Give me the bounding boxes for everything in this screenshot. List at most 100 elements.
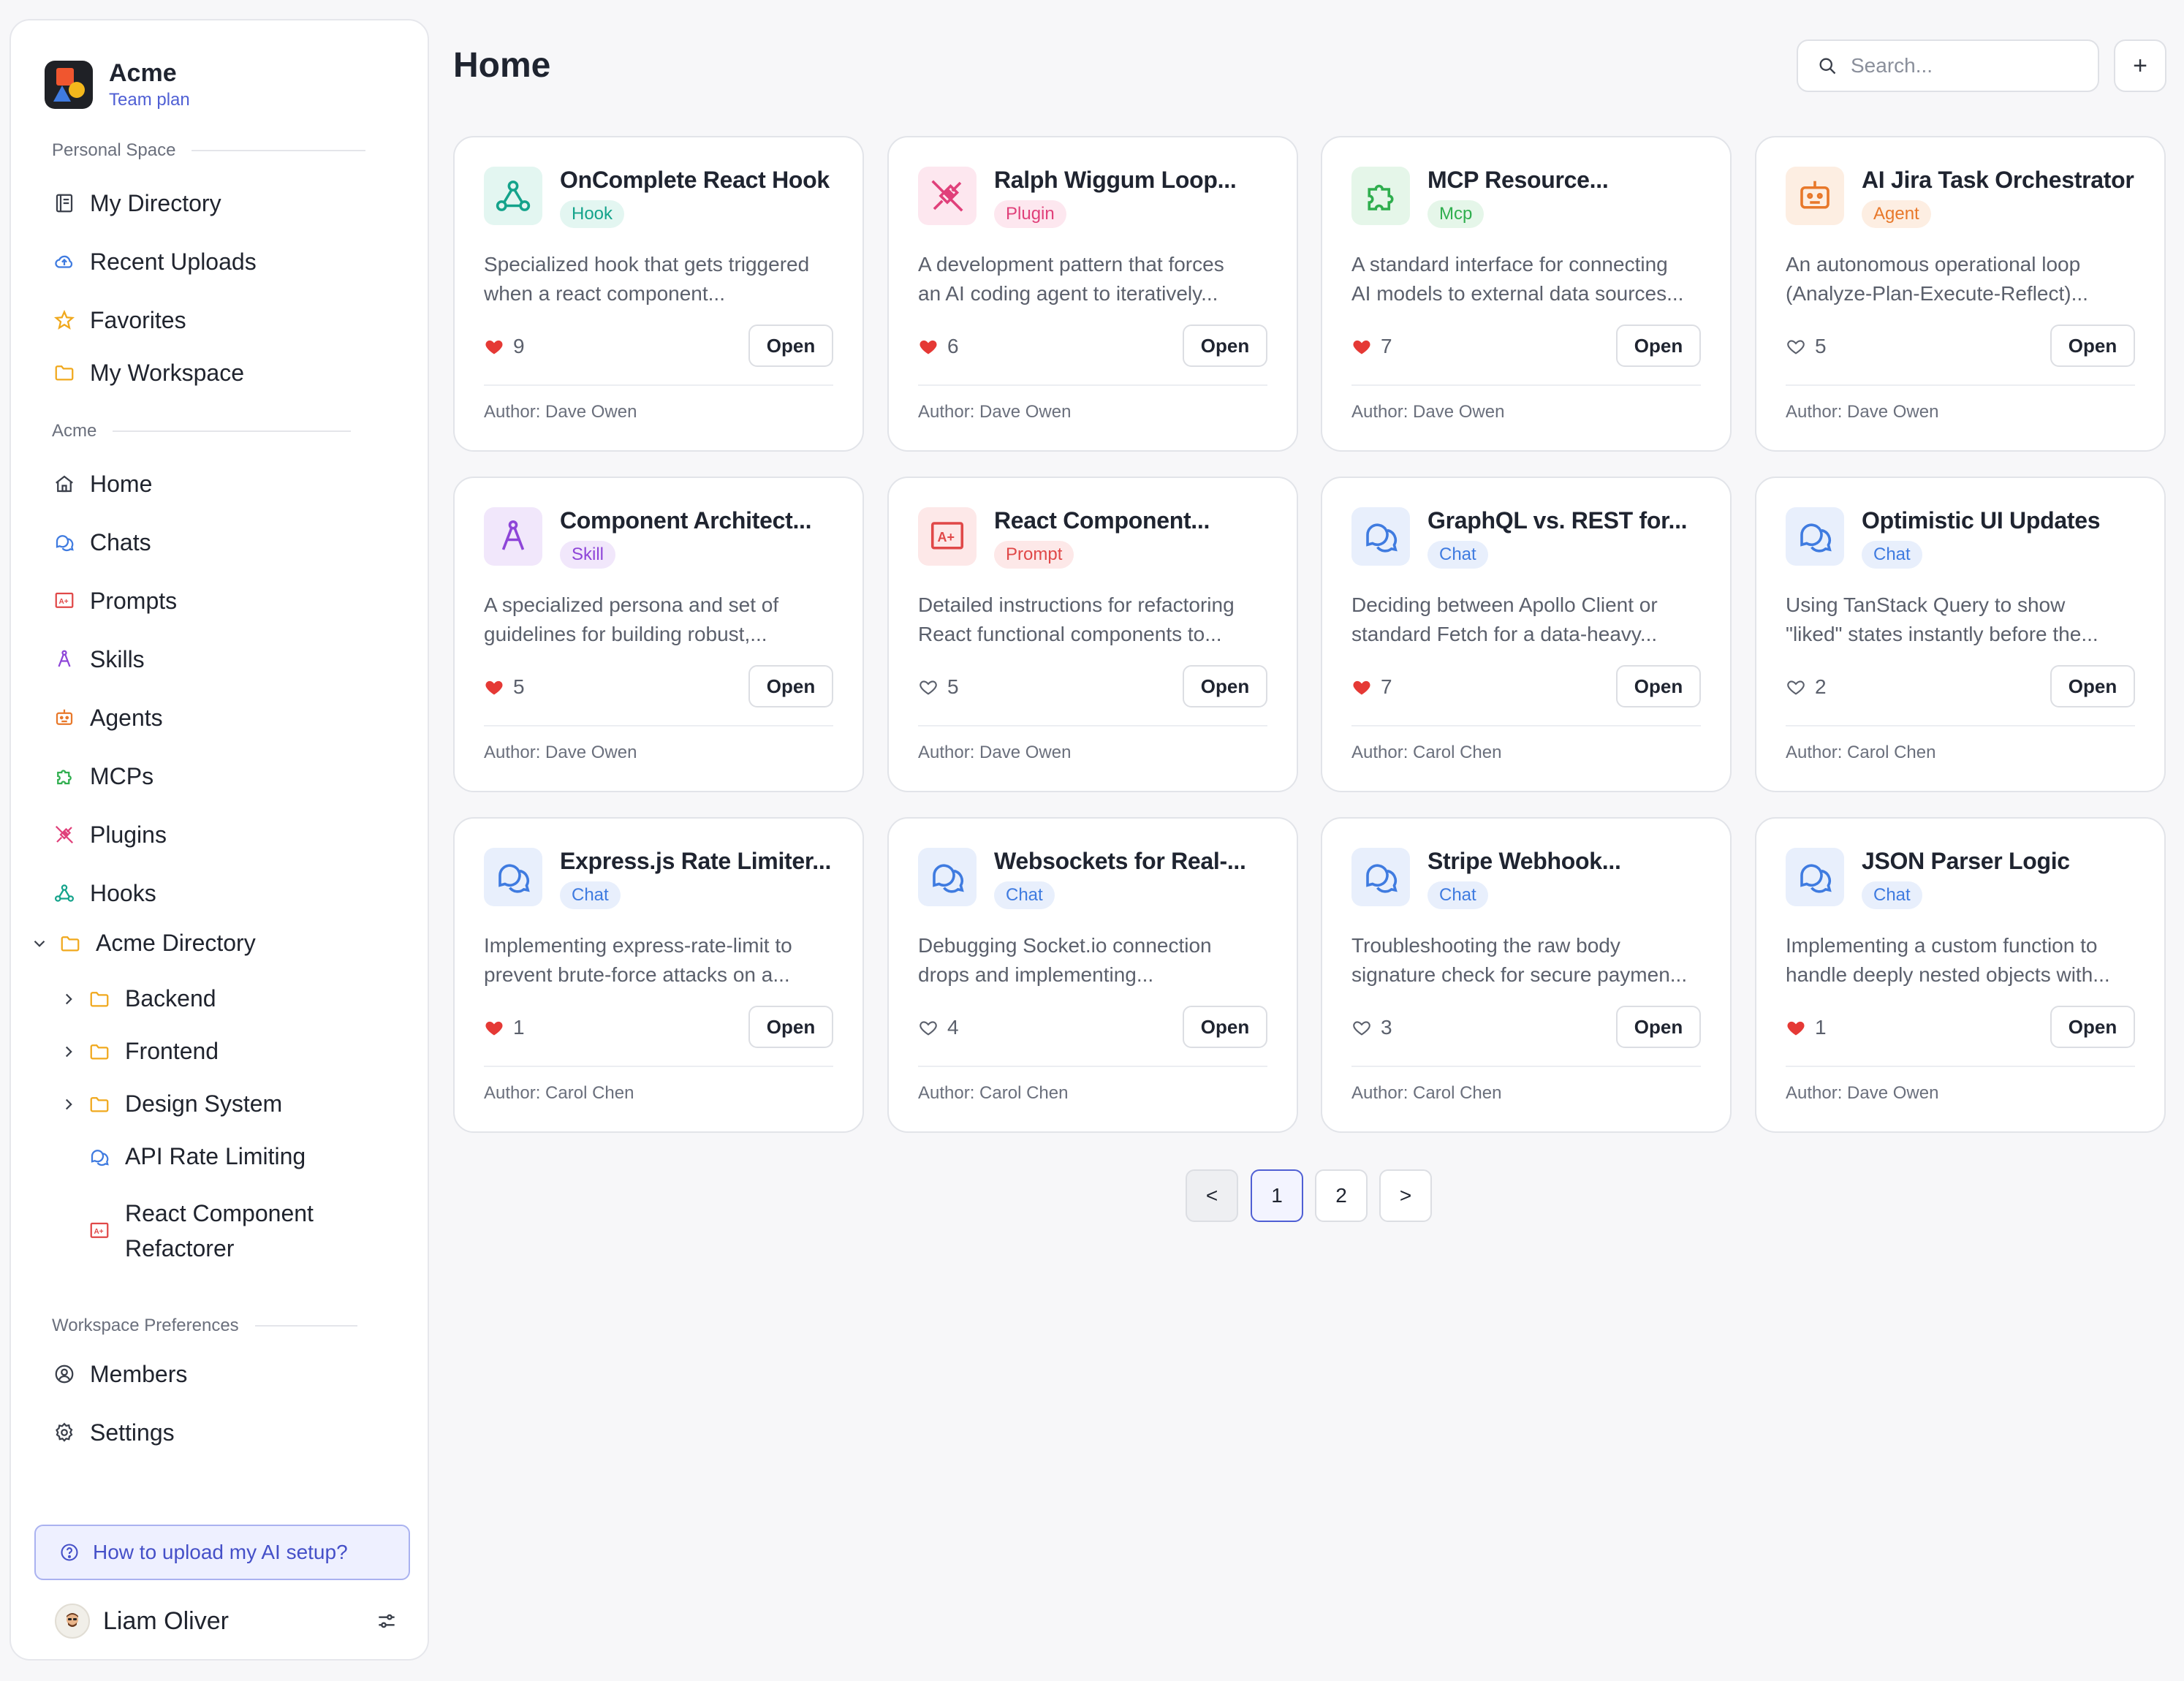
chevron-right-icon[interactable] [59,990,78,1009]
tree-item-design-system[interactable]: Design System [59,1090,282,1117]
chat-icon [484,848,542,906]
tree-item-label: Acme Directory [96,930,256,956]
page-button-2[interactable]: 2 [1315,1169,1368,1222]
heart-outline-icon[interactable] [1786,336,1806,357]
open-button[interactable]: Open [748,325,833,367]
chevron-right-icon[interactable] [59,1042,78,1061]
resource-card[interactable]: AI Jira Task Orchestrator Agent An autonom… [1755,136,2166,452]
sidebar-item-plugins[interactable]: Plugins [53,817,167,852]
like-button[interactable]: 5 [918,675,959,699]
tree-item-acme-directory[interactable]: Acme Directory [30,930,256,957]
chat-icon [53,531,75,553]
page-button-1[interactable]: 1 [1251,1169,1303,1222]
like-count: 9 [513,335,525,357]
sidebar-item-agents[interactable]: Agents [53,700,163,735]
card-description-line: an AI coding agent to iteratively... [918,282,1218,305]
heart-outline-icon[interactable] [918,1017,939,1038]
heart-outline-icon[interactable] [1351,1017,1372,1038]
sidebar-item-label: My Workspace [90,359,245,386]
open-button[interactable]: Open [748,665,833,707]
sidebar-item-mcps[interactable]: MCPs [53,759,153,794]
resource-card[interactable]: Ralph Wiggum Loop... Plugin A development … [887,136,1298,452]
open-button[interactable]: Open [1616,325,1701,367]
like-button[interactable]: 7 [1351,675,1392,699]
like-button[interactable]: 4 [918,1016,959,1039]
resource-card[interactable]: A+ React Component... Prompt Detailed instr… [887,477,1298,792]
chevron-down-icon[interactable] [30,934,49,953]
like-button[interactable]: 2 [1786,675,1827,699]
card-type-badge: Plugin [994,200,1066,228]
sidebar-item-skills[interactable]: Skills [53,642,145,677]
folder-icon [53,362,75,384]
resource-card[interactable]: JSON Parser Logic Chat Implementing a cust… [1755,817,2166,1133]
sidebar-item-chats[interactable]: Chats [53,525,151,560]
next-page-button[interactable]: > [1379,1169,1432,1222]
sidebar-item-home[interactable]: Home [53,466,152,501]
like-button[interactable]: 5 [1786,335,1827,358]
open-button[interactable]: Open [1616,1006,1701,1048]
resource-card[interactable]: GraphQL vs. REST for... Chat Deciding betw… [1321,477,1732,792]
sidebar-item-recent-uploads[interactable]: Recent Uploads [53,244,257,279]
resource-card[interactable]: Websockets for Real-... Chat Debugging Soc… [887,817,1298,1133]
like-button[interactable]: 1 [484,1016,525,1039]
like-button[interactable]: 1 [1786,1016,1827,1039]
open-button[interactable]: Open [2050,665,2135,707]
heart-filled-icon[interactable] [1786,1017,1806,1038]
card-description-line: prevent brute-force attacks on a... [484,963,790,986]
card-divider [1351,725,1701,726]
search-input[interactable]: Search... [1797,39,2099,92]
card-type-badge: Skill [560,541,616,569]
sidebar-item-prompts[interactable]: A+ Prompts [53,583,177,618]
chevron-right-icon[interactable] [59,1095,78,1114]
heart-filled-icon[interactable] [918,336,939,357]
tree-item-api-rate-limiting[interactable]: API Rate Limiting [88,1143,306,1170]
heart-filled-icon[interactable] [1351,336,1372,357]
tree-item-frontend[interactable]: Frontend [59,1038,219,1065]
open-button[interactable]: Open [1616,665,1701,707]
resource-card[interactable]: MCP Resource... Mcp A standard interface f… [1321,136,1732,452]
tree-item-backend[interactable]: Backend [59,985,216,1012]
tree-item-react-component-refactorer[interactable]: A+ React Component Refactorer [88,1196,314,1266]
avatar [55,1604,90,1639]
card-description-line: "liked" states instantly before the... [1786,623,2098,645]
resource-card[interactable]: Component Architect... Skill A specialized… [453,477,864,792]
open-button[interactable]: Open [2050,325,2135,367]
sidebar-item-my-directory[interactable]: My Directory [53,186,221,221]
card-description-line: standard Fetch for a data-heavy... [1351,623,1658,645]
like-button[interactable]: 5 [484,675,525,699]
resource-card[interactable]: Stripe Webhook... Chat Troubleshooting the… [1321,817,1732,1133]
like-button[interactable]: 6 [918,335,959,358]
card-description-line: signature check for secure paymen... [1351,963,1688,986]
resource-card[interactable]: Optimistic UI Updates Chat Using TanStack … [1755,477,2166,792]
like-button[interactable]: 3 [1351,1016,1392,1039]
heart-filled-icon[interactable] [484,677,504,697]
sidebar-item-my-workspace[interactable]: My Workspace [53,355,244,390]
open-button[interactable]: Open [1183,1006,1267,1048]
open-button[interactable]: Open [1183,325,1267,367]
resource-card[interactable]: OnComplete React Hook Hook Specialized hoo… [453,136,864,452]
like-button[interactable]: 7 [1351,335,1392,358]
mcp-icon [1351,167,1410,225]
sidebar-item-members[interactable]: Members [53,1356,187,1392]
sidebar-item-settings[interactable]: Settings [53,1415,175,1450]
heart-outline-icon[interactable] [1786,677,1806,697]
sliders-icon[interactable] [375,1609,398,1633]
like-button[interactable]: 9 [484,335,525,358]
open-button[interactable]: Open [1183,665,1267,707]
add-button[interactable]: + [2114,39,2166,92]
heart-outline-icon[interactable] [918,677,939,697]
heart-filled-icon[interactable] [484,1017,504,1038]
resource-card[interactable]: Express.js Rate Limiter... Chat Implementi… [453,817,864,1133]
card-divider [484,384,833,386]
heart-filled-icon[interactable] [484,336,504,357]
sidebar-item-favorites[interactable]: Favorites [53,303,186,338]
user-profile[interactable]: Liam Oliver [55,1602,398,1640]
sidebar-item-hooks[interactable]: Hooks [53,876,156,911]
card-author: Author: Dave Owen [1786,402,1939,422]
prev-page-button[interactable]: < [1186,1169,1238,1222]
open-button[interactable]: Open [2050,1006,2135,1048]
upload-help-button[interactable]: How to upload my AI setup? [34,1525,410,1580]
heart-filled-icon[interactable] [1351,677,1372,697]
open-button[interactable]: Open [748,1006,833,1048]
brand[interactable]: Acme Team plan [45,58,190,111]
